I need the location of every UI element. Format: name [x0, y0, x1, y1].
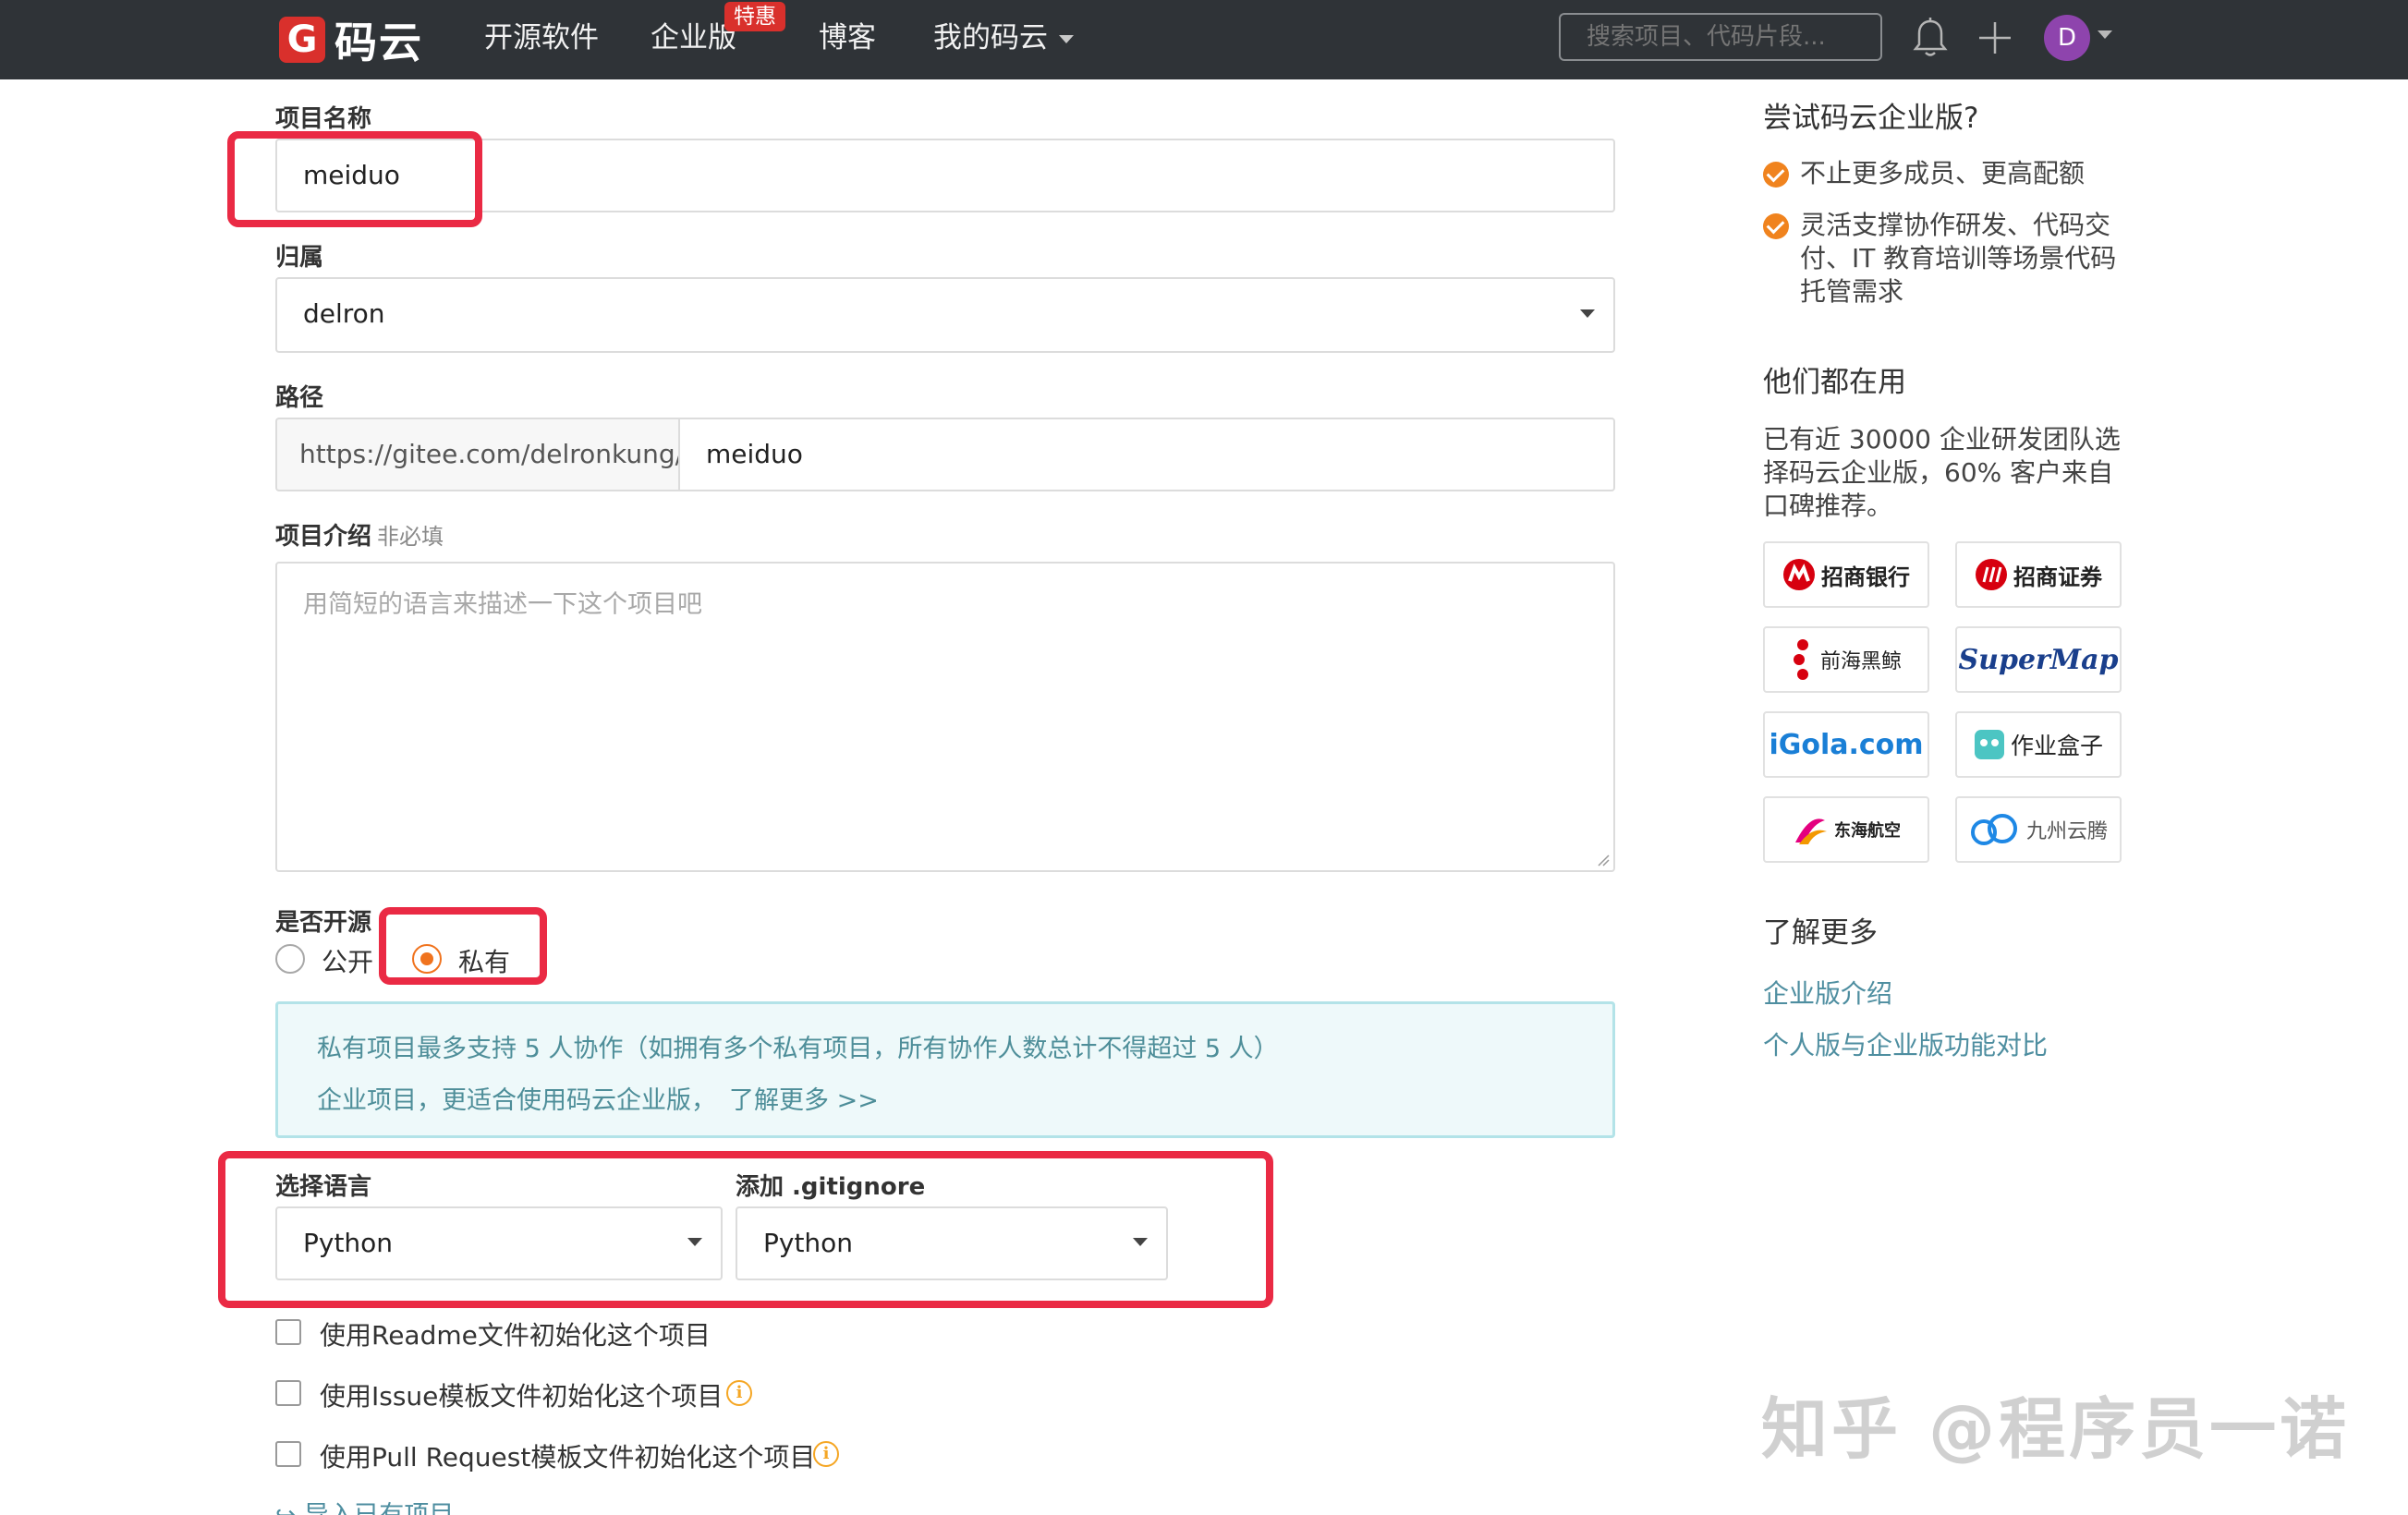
notice-line-2: 企业项目，更适合使用码云企业版， 了解更多 >>: [317, 1080, 879, 1116]
bell-icon[interactable]: [1911, 17, 1950, 59]
notice-line-1: 私有项目最多支持 5 人协作（如拥有多个私有项目，所有协作人数总计不得超过 5 …: [317, 1035, 1279, 1063]
logo-label: 招商银行: [1821, 564, 1910, 590]
try-enterprise-title: 尝试码云企业版?: [1763, 102, 1979, 135]
logo-igola: iGola.com: [1763, 711, 1929, 778]
logo-qianhai: 前海黑鲸: [1763, 626, 1929, 693]
chevron-down-icon[interactable]: [1059, 35, 1074, 43]
radio-private-label[interactable]: 私有: [458, 942, 510, 979]
logo-jiuzhou: 九州云腾: [1955, 796, 2122, 863]
nav-open-source[interactable]: 开源软件: [484, 17, 599, 59]
benefit-1: 不止更多成员、更高配额: [1800, 158, 2086, 188]
project-name-input[interactable]: meiduo: [275, 139, 1615, 212]
description-textarea[interactable]: 用简短的语言来描述一下这个项目吧: [275, 562, 1615, 872]
info-icon[interactable]: i: [726, 1380, 752, 1406]
import-icon: ↪: [275, 1501, 297, 1515]
watermark: 知乎 @程序员一诺: [1761, 1390, 2351, 1468]
language-value: Python: [303, 1228, 394, 1258]
logo-label: SuperMap: [1958, 643, 2119, 676]
nav-my-gitee[interactable]: 我的码云: [933, 17, 1048, 59]
search-input[interactable]: [1559, 13, 1882, 61]
description-placeholder: 用简短的语言来描述一下这个项目吧: [303, 590, 702, 619]
path-input[interactable]: meiduo: [678, 418, 1615, 491]
radio-private[interactable]: [412, 944, 442, 974]
gitignore-value: Python: [763, 1228, 854, 1258]
logo-label: iGola.com: [1769, 728, 1924, 761]
users-title: 他们都在用: [1763, 366, 1906, 399]
nav-blog[interactable]: 博客: [819, 17, 876, 59]
benefit-2: 灵活支撑协作研发、代码交付、IT 教育培训等场景代码托管需求: [1800, 210, 2117, 307]
logo-zuoyehezi: 作业盒子: [1955, 711, 2122, 778]
learn-more-title: 了解更多: [1763, 916, 1878, 950]
users-text: 已有近 30000 企业研发团队选择码云企业版，60% 客户来自口碑推荐。: [1763, 424, 2121, 521]
promo-badge: 特惠: [724, 2, 785, 31]
jiuzhou-logo-icon: [1970, 814, 2017, 845]
edition-compare-link[interactable]: 个人版与企业版功能对比: [1763, 1025, 2048, 1062]
gitignore-label: 添加 .gitignore: [736, 1173, 926, 1201]
logo-mark: G: [279, 17, 325, 63]
caret-down-icon: [1133, 1238, 1148, 1246]
qianhai-logo-icon: [1793, 639, 1808, 680]
check-icon: [1763, 213, 1789, 239]
radio-public-label[interactable]: 公开: [322, 942, 373, 979]
notice-line-2-text: 企业项目，更适合使用码云企业版，: [317, 1086, 716, 1115]
language-label: 选择语言: [275, 1173, 372, 1201]
owner-select[interactable]: delron: [275, 277, 1615, 353]
logo-donghai: 东海航空: [1763, 796, 1929, 863]
donghai-logo-icon: [1795, 818, 1827, 844]
issue-template-checkbox[interactable]: [275, 1380, 301, 1406]
logo-label: 作业盒子: [2010, 733, 2103, 759]
logo-label: 前海黑鲸: [1819, 650, 1902, 673]
enterprise-intro-link[interactable]: 企业版介绍: [1763, 974, 1892, 1011]
logo-supermap: SuperMap: [1955, 626, 2122, 693]
owner-label: 归属: [275, 244, 324, 272]
optional-hint: 非必填: [377, 524, 444, 550]
resize-grip-icon[interactable]: [1595, 852, 1610, 867]
readme-checkbox-label[interactable]: 使用Readme文件初始化这个项目: [320, 1315, 711, 1352]
import-project-label: 导入已有项目: [304, 1501, 454, 1515]
chevron-down-icon[interactable]: [2098, 30, 2112, 39]
check-icon: [1763, 162, 1789, 188]
avatar[interactable]: D: [2044, 15, 2090, 61]
zuoyehezi-logo-icon: [1974, 730, 2004, 759]
caret-down-icon: [687, 1238, 702, 1246]
cmb-logo-icon: [1783, 559, 1815, 590]
radio-public[interactable]: [275, 944, 305, 974]
pr-template-checkbox-label[interactable]: 使用Pull Request模板文件初始化这个项目: [320, 1437, 815, 1474]
path-value: meiduo: [706, 439, 803, 469]
visibility-label: 是否开源: [275, 909, 372, 937]
import-project-link[interactable]: ↪ 导入已有项目: [275, 1495, 454, 1515]
cms-logo-icon: [1976, 559, 2007, 590]
language-select[interactable]: Python: [275, 1206, 723, 1280]
plus-icon[interactable]: [1976, 18, 2014, 57]
pr-template-checkbox[interactable]: [275, 1441, 301, 1467]
project-name-label: 项目名称: [275, 105, 372, 133]
description-label: 项目介绍 非必填: [275, 517, 444, 551]
learn-more-link[interactable]: 了解更多 >>: [729, 1086, 879, 1115]
logo-cms: 招商证券: [1955, 541, 2122, 608]
logo-cmb: 招商银行: [1763, 541, 1929, 608]
logo-label: 东海航空: [1834, 821, 1901, 841]
owner-value: delron: [303, 298, 385, 329]
readme-checkbox[interactable]: [275, 1319, 301, 1345]
caret-down-icon: [1580, 309, 1595, 318]
private-notice: 私有项目最多支持 5 人协作（如拥有多个私有项目，所有协作人数总计不得超过 5 …: [275, 1001, 1615, 1138]
top-navbar: G 码云 开源软件 企业版 特惠 博客 我的码云 D: [0, 0, 2408, 79]
description-label-text: 项目介绍: [275, 523, 372, 551]
path-prefix: https://gitee.com/delronkung/: [275, 418, 684, 491]
project-name-value: meiduo: [303, 160, 400, 190]
logo-text: 码云: [334, 18, 423, 67]
gitee-logo[interactable]: G 码云: [279, 13, 423, 67]
gitignore-select[interactable]: Python: [736, 1206, 1168, 1280]
info-icon[interactable]: i: [813, 1441, 839, 1467]
logo-label: 招商证券: [2013, 564, 2102, 590]
issue-template-checkbox-label[interactable]: 使用Issue模板文件初始化这个项目: [320, 1376, 723, 1413]
path-label: 路径: [275, 384, 324, 412]
logo-label: 九州云腾: [2025, 820, 2108, 843]
